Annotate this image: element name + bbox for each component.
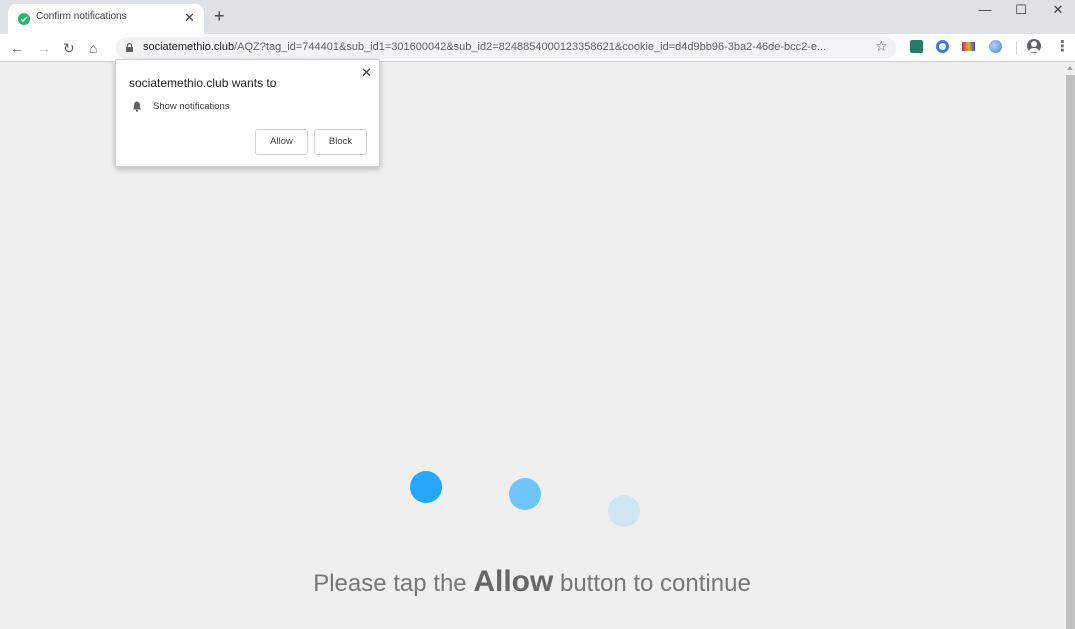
loading-dot-1 <box>410 471 442 503</box>
address-bar[interactable]: sociatemethio.club/AQZ?tag_id=744401&sub… <box>116 37 896 59</box>
url-text[interactable]: sociatemethio.club/AQZ?tag_id=744401&sub… <box>143 41 826 53</box>
bell-icon <box>133 101 141 112</box>
toolbar-divider <box>1016 41 1017 55</box>
message-allow: Allow <box>473 565 554 598</box>
lock-icon <box>126 43 133 52</box>
block-button[interactable]: Block <box>314 129 367 155</box>
close-window-button[interactable]: ✕ <box>1040 2 1075 18</box>
tab-close-icon[interactable]: ✕ <box>184 10 195 26</box>
notification-permission-popup: ✕ sociatemethio.club wants to Show notif… <box>115 59 380 167</box>
title-bar: Confirm notifications ✕ + — ☐ ✕ <box>0 0 1075 34</box>
allow-button[interactable]: Allow <box>255 129 308 155</box>
new-tab-button[interactable]: + <box>214 7 225 25</box>
popup-title: sociatemethio.club wants to <box>129 76 277 90</box>
message-before: Please tap the <box>313 570 474 597</box>
forward-button[interactable]: → <box>37 38 51 58</box>
reload-button[interactable]: ↻ <box>63 38 75 58</box>
message-after: button to continue <box>553 570 751 597</box>
tab-confirm-notifications[interactable]: Confirm notifications ✕ <box>8 4 204 34</box>
bookmark-star-icon[interactable]: ☆ <box>875 38 888 55</box>
popup-close-icon[interactable]: ✕ <box>361 65 372 81</box>
home-button[interactable]: ⌂ <box>89 38 97 58</box>
extension-3-icon[interactable] <box>962 42 975 51</box>
extension-4-icon[interactable] <box>989 40 1002 53</box>
back-button[interactable]: ← <box>10 38 24 58</box>
extension-1-icon[interactable] <box>910 40 923 53</box>
instruction-message: Please tap the Allow button to continue <box>0 565 1064 599</box>
loading-dot-2 <box>509 478 541 510</box>
check-circle-icon <box>18 13 30 25</box>
loading-dot-3 <box>608 495 640 527</box>
url-host: sociatemethio.club <box>143 41 235 53</box>
extension-2-icon[interactable] <box>936 40 949 53</box>
url-path: /AQZ?tag_id=744401&sub_id1=301600042&sub… <box>234 41 827 53</box>
scrollbar-thumb[interactable] <box>1066 75 1075 629</box>
profile-avatar-icon[interactable] <box>1027 39 1041 53</box>
vertical-scrollbar[interactable] <box>1064 63 1075 629</box>
browser-menu-icon[interactable]: ⋮ <box>1055 37 1070 55</box>
browser-toolbar: ← → ↻ ⌂ sociatemethio.club/AQZ?tag_id=74… <box>0 34 1075 62</box>
tab-title: Confirm notifications <box>36 11 127 22</box>
permission-label: Show notifications <box>153 101 230 112</box>
maximize-button[interactable]: ☐ <box>1003 2 1039 18</box>
scroll-up-arrow-icon[interactable] <box>1067 66 1073 70</box>
minimize-button[interactable]: — <box>967 2 1003 17</box>
